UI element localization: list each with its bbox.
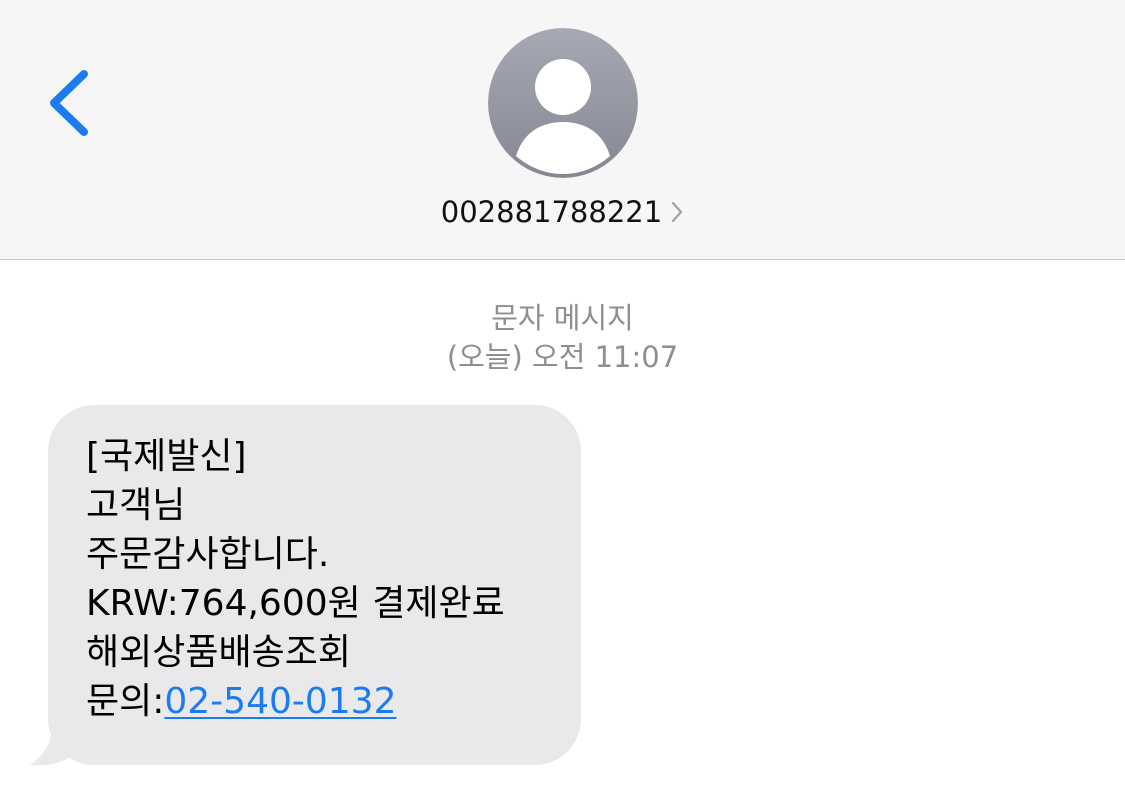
- message-line-inquiry: 문의:02-540-0132: [86, 677, 505, 726]
- person-silhouette-icon: [488, 28, 638, 178]
- chevron-right-icon: [672, 201, 683, 223]
- message-type-label: 문자 메시지: [491, 301, 634, 335]
- chevron-left-icon: [50, 70, 88, 136]
- contact-avatar[interactable]: [488, 28, 638, 178]
- inquiry-label: 문의:: [86, 681, 165, 722]
- message-text: [국제발신] 고객님 주문감사합니다. KRW:764,600원 결제완료 해외…: [86, 432, 505, 726]
- message-line: KRW:764,600원 결제완료: [86, 583, 505, 624]
- message-timestamp: (오늘) 오전 11:07: [446, 340, 679, 374]
- phone-number-link[interactable]: 02-540-0132: [164, 681, 396, 722]
- message-line: [국제발신]: [86, 436, 247, 477]
- message-line: 주문감사합니다.: [86, 534, 330, 575]
- message-line: 고객님: [86, 485, 186, 526]
- conversation-header: 002881788221: [0, 0, 1125, 260]
- message-line: 해외상품배송조회: [86, 632, 351, 673]
- contact-name-button[interactable]: 002881788221: [0, 192, 1125, 234]
- back-button[interactable]: [38, 60, 108, 146]
- contact-number: 002881788221: [440, 195, 663, 229]
